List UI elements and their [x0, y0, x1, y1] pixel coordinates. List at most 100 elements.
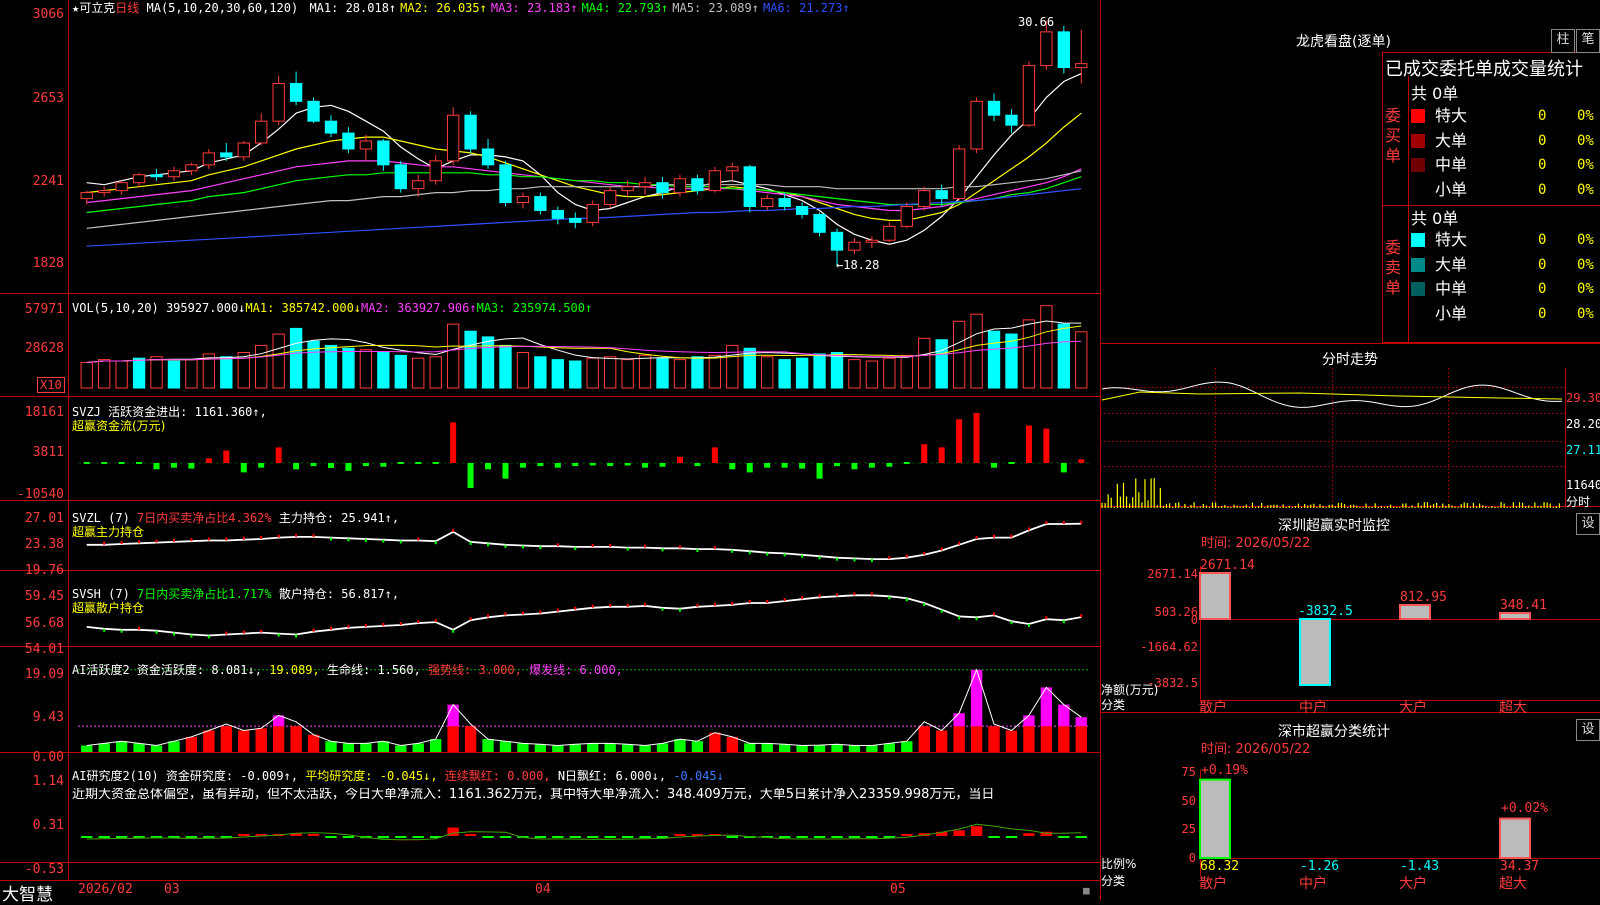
volume-bar — [849, 360, 860, 388]
svzl-title: SVZL (7) — [72, 511, 130, 525]
month-tick: 05 — [890, 883, 906, 897]
buy-row-count: 0 — [1538, 106, 1546, 126]
activity-bar — [482, 739, 493, 752]
activity-bar — [552, 746, 563, 752]
svzj-bar — [939, 447, 945, 463]
sz-monitor-xlabel: 分类 — [1101, 698, 1125, 712]
activity-bar — [186, 737, 197, 752]
sell-row-pct: 0% — [1577, 279, 1594, 299]
sz-class-category: 超大 — [1499, 877, 1527, 891]
svzj-bar — [974, 413, 980, 463]
research-bar — [500, 836, 511, 838]
svzj-bar — [171, 463, 177, 468]
svzj-tick — [119, 462, 125, 464]
activity-bar — [447, 726, 458, 752]
sz-class-settings-button[interactable]: 设 — [1576, 719, 1600, 741]
sz-monitor-bar — [1200, 573, 1230, 619]
sell-row-count: 0 — [1538, 279, 1546, 299]
volume-bar — [221, 357, 232, 388]
activity-bar — [831, 744, 842, 752]
activity-bar — [360, 743, 371, 752]
buy-row-count: 0 — [1538, 155, 1546, 175]
svzj-bar — [782, 463, 788, 468]
research-bar — [1006, 836, 1017, 838]
sell-row-label: 小单 — [1435, 304, 1467, 324]
period-label[interactable]: 日线 — [115, 1, 139, 15]
tick-view-button[interactable]: 笔 — [1576, 29, 1600, 53]
sz-class-y-tick: 75 — [1150, 765, 1196, 779]
ma-label: MA3: 23.183↑ — [491, 1, 578, 15]
ai2-y-tick: -0.53 — [0, 863, 64, 877]
activity-bar — [919, 726, 930, 752]
research-bar — [325, 836, 336, 838]
candle-body — [133, 175, 144, 183]
sz-monitor-y-tick: 0 — [1120, 613, 1198, 627]
svzj-bar — [747, 463, 753, 472]
ai1-title: AI活跃度2 — [72, 663, 130, 677]
candle-body — [517, 197, 528, 203]
activity-bar — [587, 743, 598, 752]
activity-bar — [849, 746, 860, 752]
date-start: 2026/02 — [78, 883, 133, 897]
chart-canvas — [0, 0, 1600, 900]
candle-body — [674, 179, 685, 193]
volume-bar — [762, 357, 773, 388]
activity-bar — [988, 726, 999, 752]
svzj-bar — [677, 457, 683, 463]
volume-bar — [552, 360, 563, 388]
svzj-bar — [851, 463, 857, 469]
volume-bar — [186, 360, 197, 388]
buy-row-pct: 0% — [1577, 155, 1594, 175]
activity-bar — [971, 726, 982, 752]
volume-bar — [814, 354, 825, 388]
svzj-bar — [311, 463, 317, 466]
candle-body — [186, 165, 197, 171]
candle-body — [325, 121, 336, 133]
candle-body — [1076, 64, 1087, 68]
svsh-subtitle: 超赢散户持仓 — [72, 601, 144, 615]
sz-monitor-bar — [1400, 605, 1430, 619]
candle-body — [81, 193, 92, 199]
candle-body — [971, 101, 982, 149]
research-bar — [552, 836, 563, 838]
candle-body — [447, 115, 458, 161]
sz-class-y-tick: 50 — [1150, 794, 1196, 808]
brand-logo[interactable]: 大智慧 — [2, 880, 53, 905]
svsh-y-tick: 54.01 — [0, 643, 64, 657]
svzj-value: 活跃资金进出: 1161.360↑, — [108, 405, 267, 419]
svzj-y-tick: 3811 — [0, 446, 64, 460]
activity-bar — [936, 730, 947, 752]
sz-monitor-y-tick: -1664.62 — [1120, 640, 1198, 654]
lock-icon[interactable]: ■ — [1083, 884, 1090, 898]
sz-class-time: 时间: 2026/05/22 — [1201, 743, 1310, 757]
svzj-bar — [537, 463, 543, 466]
volume-bar — [308, 341, 319, 388]
sz-monitor-settings-button[interactable]: 设 — [1576, 513, 1600, 535]
activity-bar — [308, 735, 319, 752]
svzl-subtitle: 超赢主力持仓 — [72, 525, 144, 539]
candle-body — [116, 183, 127, 191]
activity-bar — [168, 741, 179, 752]
volume-bar — [99, 360, 110, 388]
volume-bar — [360, 350, 371, 388]
research-bar — [570, 836, 581, 838]
svzl-ratio: 7日内买卖净占比4.362% — [137, 511, 272, 525]
activity-bar — [884, 743, 895, 752]
research-bar — [1058, 836, 1069, 838]
volume-bar — [395, 355, 406, 388]
activity-bar — [99, 743, 110, 752]
svzj-bar — [1061, 463, 1067, 472]
ma-legend: MA1: 28.018↑MA2: 26.035↑MA3: 23.183↑MA4:… — [305, 1, 849, 15]
sell-swatch — [1411, 258, 1425, 272]
sell-side-label: 委卖单 — [1385, 238, 1407, 298]
stock-name[interactable]: 可立克 — [79, 1, 115, 15]
volume-bar — [639, 355, 650, 388]
ai2-nday: N日飘红: 6.000↓, — [558, 769, 666, 783]
svzj-bar — [223, 451, 229, 464]
activity-bar-burst — [1076, 717, 1087, 726]
ma-line-ma6 — [87, 189, 1082, 247]
bar-view-button[interactable]: 柱 — [1551, 29, 1575, 53]
buy-row-label: 小单 — [1435, 180, 1467, 200]
ai1-lifeline: 生命线: 1.560, — [327, 663, 421, 677]
candle-body — [413, 181, 424, 189]
